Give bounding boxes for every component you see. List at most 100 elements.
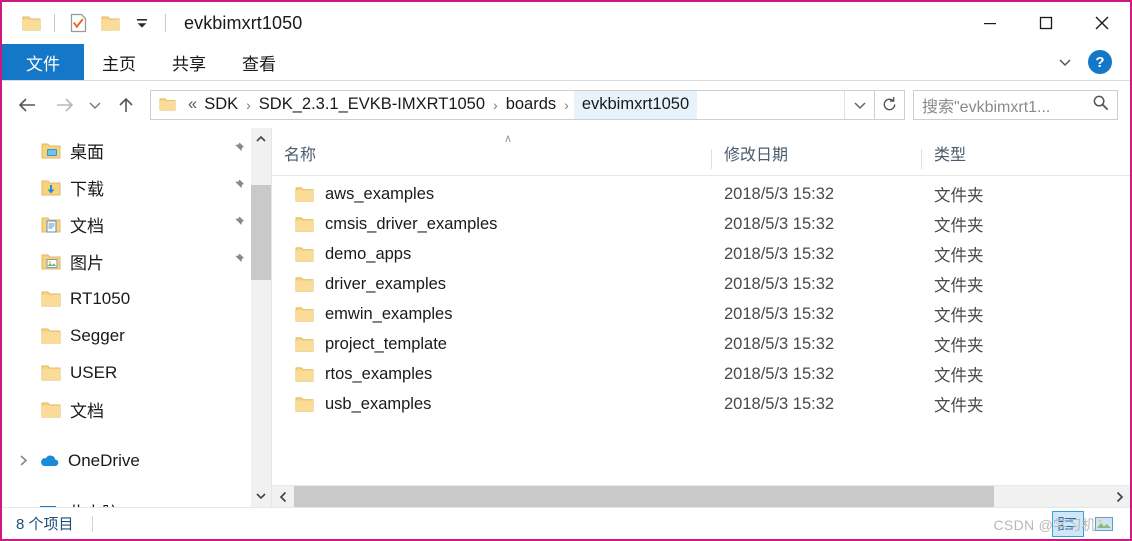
- arrow-up-icon[interactable]: [108, 87, 144, 123]
- folder-icon[interactable]: [16, 8, 46, 38]
- table-row[interactable]: usb_examples 2018/5/3 15:32 文件夹: [272, 389, 1130, 419]
- folder-icon: [292, 366, 316, 383]
- sidebar-item-this-pc[interactable]: 此电脑: [2, 493, 271, 507]
- column-header-type[interactable]: 类型: [922, 141, 1130, 175]
- scrollbar-thumb[interactable]: [251, 185, 271, 280]
- file-name: driver_examples: [325, 274, 447, 293]
- breadcrumb-item-sdk-version[interactable]: SDK_2.3.1_EVKB-IMXRT1050: [256, 91, 488, 119]
- scrollbar-thumb[interactable]: [294, 485, 995, 508]
- breadcrumb: « SDK › SDK_2.3.1_EVKB-IMXRT1050 › board…: [151, 90, 844, 119]
- help-button[interactable]: ?: [1088, 50, 1112, 74]
- breadcrumb-separator-2[interactable]: ›: [488, 97, 503, 113]
- scroll-down-icon[interactable]: [251, 485, 271, 507]
- scroll-right-icon[interactable]: [1108, 486, 1130, 508]
- refresh-button[interactable]: [875, 89, 905, 120]
- file-name-cell: aws_examples: [272, 185, 712, 204]
- breadcrumb-overflow[interactable]: «: [182, 91, 201, 119]
- tab-home[interactable]: 主页: [84, 44, 154, 80]
- file-date: 2018/5/3 15:32: [724, 244, 835, 263]
- scrollbar-track[interactable]: [294, 485, 1108, 508]
- maximize-button[interactable]: [1018, 2, 1074, 44]
- column-header-date[interactable]: 修改日期: [712, 141, 922, 175]
- sidebar-item-label: 下载: [70, 180, 104, 199]
- sidebar-item-onedrive[interactable]: OneDrive: [2, 442, 271, 479]
- scroll-left-icon[interactable]: [272, 486, 294, 508]
- tab-file[interactable]: 文件: [2, 44, 84, 80]
- pin-icon[interactable]: [231, 141, 245, 160]
- sidebar-item-documents-folder[interactable]: 文档: [2, 391, 271, 428]
- scrollbar-track[interactable]: [251, 150, 271, 485]
- breadcrumb-item-current[interactable]: evkbimxrt1050: [573, 90, 698, 119]
- search-input[interactable]: 搜索"evkbimxrt1...: [913, 89, 1118, 120]
- folder-icon: [292, 336, 316, 353]
- breadcrumb-separator-3[interactable]: ›: [559, 97, 574, 113]
- table-row[interactable]: cmsis_driver_examples 2018/5/3 15:32 文件夹: [272, 209, 1130, 239]
- arrow-right-icon[interactable]: [46, 87, 82, 123]
- folder-icon: [292, 246, 316, 263]
- table-row[interactable]: rtos_examples 2018/5/3 15:32 文件夹: [272, 359, 1130, 389]
- file-name: rtos_examples: [325, 364, 433, 383]
- status-bar: 8 个项目 CSDN @学习机: [2, 507, 1130, 539]
- file-date: 2018/5/3 15:32: [724, 304, 835, 323]
- breadcrumb-item-boards[interactable]: boards: [503, 91, 559, 119]
- quick-access-toolbar: [2, 8, 172, 38]
- view-mode-buttons: [1052, 510, 1130, 537]
- details-view-icon[interactable]: [1052, 510, 1084, 537]
- customize-dropdown-icon[interactable]: [127, 8, 157, 38]
- ribbon-right-controls: ?: [1048, 44, 1130, 80]
- close-button[interactable]: [1074, 2, 1130, 44]
- pin-icon[interactable]: [231, 178, 245, 197]
- column-header-name[interactable]: 名称: [272, 141, 712, 175]
- file-name: emwin_examples: [325, 304, 453, 323]
- new-folder-icon[interactable]: [95, 8, 125, 38]
- breadcrumb-item-sdk[interactable]: SDK: [201, 91, 241, 119]
- address-dropdown-icon[interactable]: [844, 90, 874, 119]
- properties-checkmark-icon[interactable]: [63, 8, 93, 38]
- toolbar-divider: [54, 14, 55, 32]
- column-header-row: ∧ 名称 修改日期 类型: [272, 128, 1130, 176]
- table-row[interactable]: demo_apps 2018/5/3 15:32 文件夹: [272, 239, 1130, 269]
- table-row[interactable]: driver_examples 2018/5/3 15:32 文件夹: [272, 269, 1130, 299]
- sidebar-item-user[interactable]: USER: [2, 354, 271, 391]
- tab-view[interactable]: 查看: [224, 44, 294, 80]
- sidebar-item-pictures[interactable]: 图片: [2, 243, 271, 280]
- table-row[interactable]: emwin_examples 2018/5/3 15:32 文件夹: [272, 299, 1130, 329]
- table-row[interactable]: aws_examples 2018/5/3 15:32 文件夹: [272, 179, 1130, 209]
- table-row[interactable]: project_template 2018/5/3 15:32 文件夹: [272, 329, 1130, 359]
- recent-locations-icon[interactable]: [82, 87, 108, 123]
- file-date: 2018/5/3 15:32: [724, 184, 835, 203]
- file-date: 2018/5/3 15:32: [724, 334, 835, 353]
- file-type: 文件夹: [934, 397, 984, 415]
- sidebar-item-label: OneDrive: [68, 450, 140, 470]
- documents-folder-icon: [38, 216, 64, 234]
- chevron-down-icon[interactable]: [1048, 47, 1082, 77]
- file-date: 2018/5/3 15:32: [724, 214, 835, 233]
- breadcrumb-separator-1[interactable]: ›: [241, 97, 256, 113]
- tab-share[interactable]: 共享: [154, 44, 224, 80]
- search-icon[interactable]: [1092, 94, 1109, 116]
- sidebar-item-documents[interactable]: 文档: [2, 206, 271, 243]
- sidebar-item-segger[interactable]: Segger: [2, 317, 271, 354]
- navigation-tree: 桌面 下载 文档 图片 RT1050 Segger USER 文档 OneDri…: [2, 128, 271, 507]
- pin-icon[interactable]: [231, 215, 245, 234]
- breadcrumb-bar[interactable]: « SDK › SDK_2.3.1_EVKB-IMXRT1050 › board…: [150, 89, 875, 120]
- file-name-cell: cmsis_driver_examples: [272, 215, 712, 234]
- sidebar-item-label: Segger: [70, 325, 125, 345]
- sidebar-item-label: 桌面: [70, 143, 104, 162]
- file-name-cell: driver_examples: [272, 275, 712, 294]
- scroll-up-icon[interactable]: [251, 128, 271, 150]
- arrow-left-icon[interactable]: [10, 87, 46, 123]
- minimize-button[interactable]: [962, 2, 1018, 44]
- sidebar-vertical-scrollbar[interactable]: [251, 128, 271, 507]
- file-type: 文件夹: [934, 277, 984, 295]
- status-divider: [91, 515, 93, 532]
- pin-icon[interactable]: [231, 252, 245, 271]
- file-name-cell: project_template: [272, 335, 712, 354]
- horizontal-scrollbar[interactable]: [272, 485, 1130, 508]
- sidebar-item-rt1050[interactable]: RT1050: [2, 280, 271, 317]
- sidebar-item-downloads[interactable]: 下载: [2, 169, 271, 206]
- chevron-right-icon[interactable]: [10, 454, 36, 467]
- sidebar-item-label: USER: [70, 362, 118, 382]
- sidebar-item-desktop[interactable]: 桌面: [2, 132, 271, 169]
- large-icons-view-icon[interactable]: [1088, 511, 1120, 537]
